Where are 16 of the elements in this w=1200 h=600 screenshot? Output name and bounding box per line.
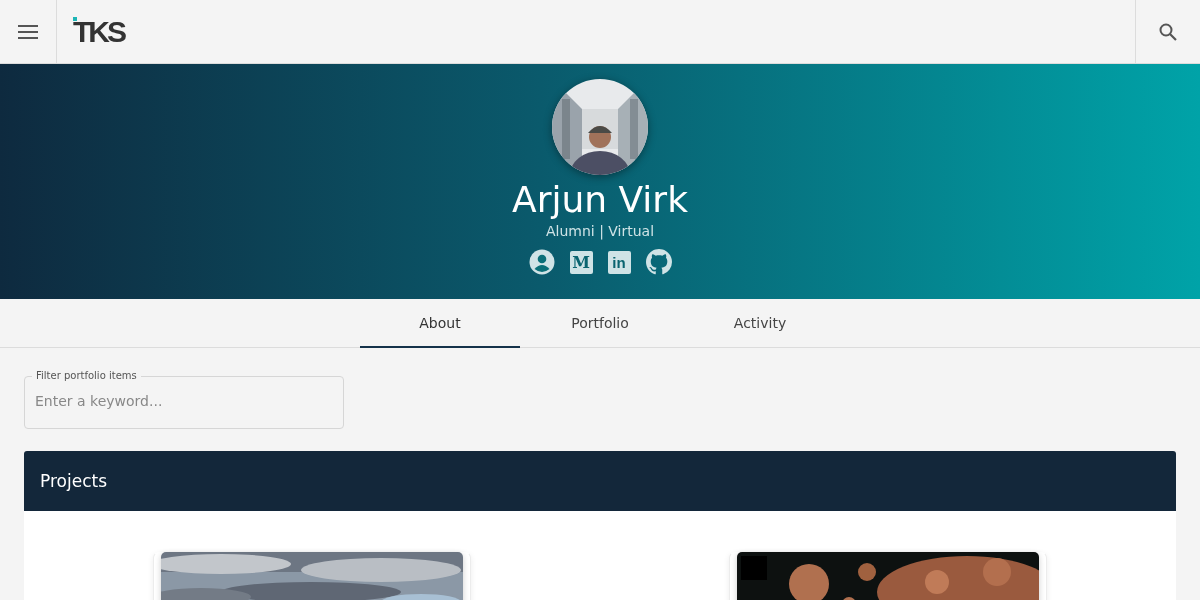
profile-name: Arjun Virk — [512, 179, 688, 221]
tab[interactable]: Activity — [680, 299, 840, 348]
github-icon[interactable] — [645, 249, 672, 275]
keyword-input[interactable]: Enter a keyword... — [35, 390, 315, 412]
medium-icon[interactable]: M — [569, 250, 593, 274]
profile-subtitle: Alumni | Virtual — [545, 223, 655, 239]
account-icon[interactable] — [528, 249, 555, 275]
tab[interactable]: Portfolio — [520, 299, 680, 348]
tab[interactable]: About — [360, 299, 520, 348]
filter-field[interactable]: Filter portfolio items Enter a keyword... — [24, 369, 344, 429]
linkedin-icon[interactable]: in — [607, 250, 631, 274]
menu-icon — [18, 24, 38, 39]
section-title: Projects — [40, 471, 108, 491]
search-icon — [1159, 22, 1177, 41]
field-label: Filter portfolio items — [35, 369, 138, 383]
logo[interactable]: TKS — [57, 0, 124, 63]
